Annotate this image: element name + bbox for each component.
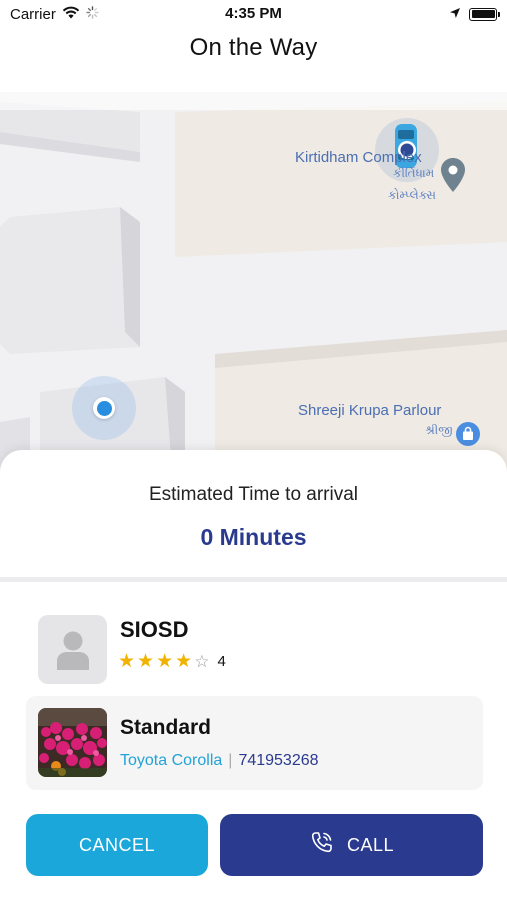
star-filled-icon: ★: [118, 651, 136, 672]
star-filled-icon: ★: [156, 651, 174, 672]
cancel-button[interactable]: CANCEL: [26, 814, 208, 876]
status-right: [449, 6, 500, 23]
vehicle-separator: |: [228, 752, 233, 769]
map-label-kirtidham-gujarati-2: કોમ્પ્લેક્સ: [388, 188, 436, 202]
user-location-marker: [72, 376, 136, 440]
map-label-kirtidham[interactable]: Kirtidham Complex: [295, 149, 422, 166]
eta-title: Estimated Time to arrival: [148, 484, 359, 505]
vehicle-details: Toyota Corolla | 741953268: [120, 752, 319, 770]
map-label-shreeji-gujarati: શ્રીજી: [425, 423, 453, 437]
carrier-label: Carrier: [10, 5, 56, 23]
vehicle-info-box: Standard Toyota Corolla | 741953268: [26, 696, 483, 790]
battery-icon: [469, 7, 500, 21]
status-bar: Carrier 4:35 PM: [0, 0, 507, 28]
driver-name: SIOSD: [120, 617, 189, 642]
call-button-label: CALL: [346, 834, 395, 855]
rating-value: 4: [217, 653, 226, 670]
trip-details-card: Estimated Time to arrival 0 Minutes SIOS…: [0, 450, 507, 900]
section-divider: [0, 577, 507, 582]
driver-avatar: [38, 615, 107, 684]
cancel-button-label: CANCEL: [78, 834, 156, 855]
person-icon: [56, 631, 89, 670]
map-pin-icon[interactable]: [441, 158, 465, 197]
map-view[interactable]: Kirtidham Complex કીર્તિધામ કોમ્પ્લેક્સ …: [0, 92, 507, 472]
loading-spinner-icon: [86, 5, 99, 23]
eta-value: 0 Minutes: [200, 524, 307, 550]
call-button[interactable]: CALL: [220, 814, 483, 876]
wifi-icon: [62, 6, 80, 23]
vehicle-model: Toyota Corolla: [120, 752, 223, 769]
driver-rating: ★ ★ ★ ★ ☆ 4: [118, 652, 226, 671]
star-filled-icon: ★: [175, 651, 193, 672]
shopping-bag-icon[interactable]: [456, 422, 480, 451]
status-left: Carrier: [10, 6, 99, 23]
map-label-shreeji[interactable]: Shreeji Krupa Parlour: [298, 402, 441, 419]
page-title: On the Way: [189, 34, 318, 61]
phone-icon: [309, 830, 335, 861]
vehicle-type: Standard: [120, 716, 212, 739]
location-arrow-icon: [449, 6, 461, 23]
vehicle-image: [38, 708, 107, 777]
star-filled-icon: ★: [137, 651, 155, 672]
vehicle-number: 741953268: [238, 752, 319, 769]
map-label-kirtidham-gujarati-1: કીર્તિધામ: [393, 166, 435, 180]
star-empty-icon: ☆: [194, 652, 210, 671]
